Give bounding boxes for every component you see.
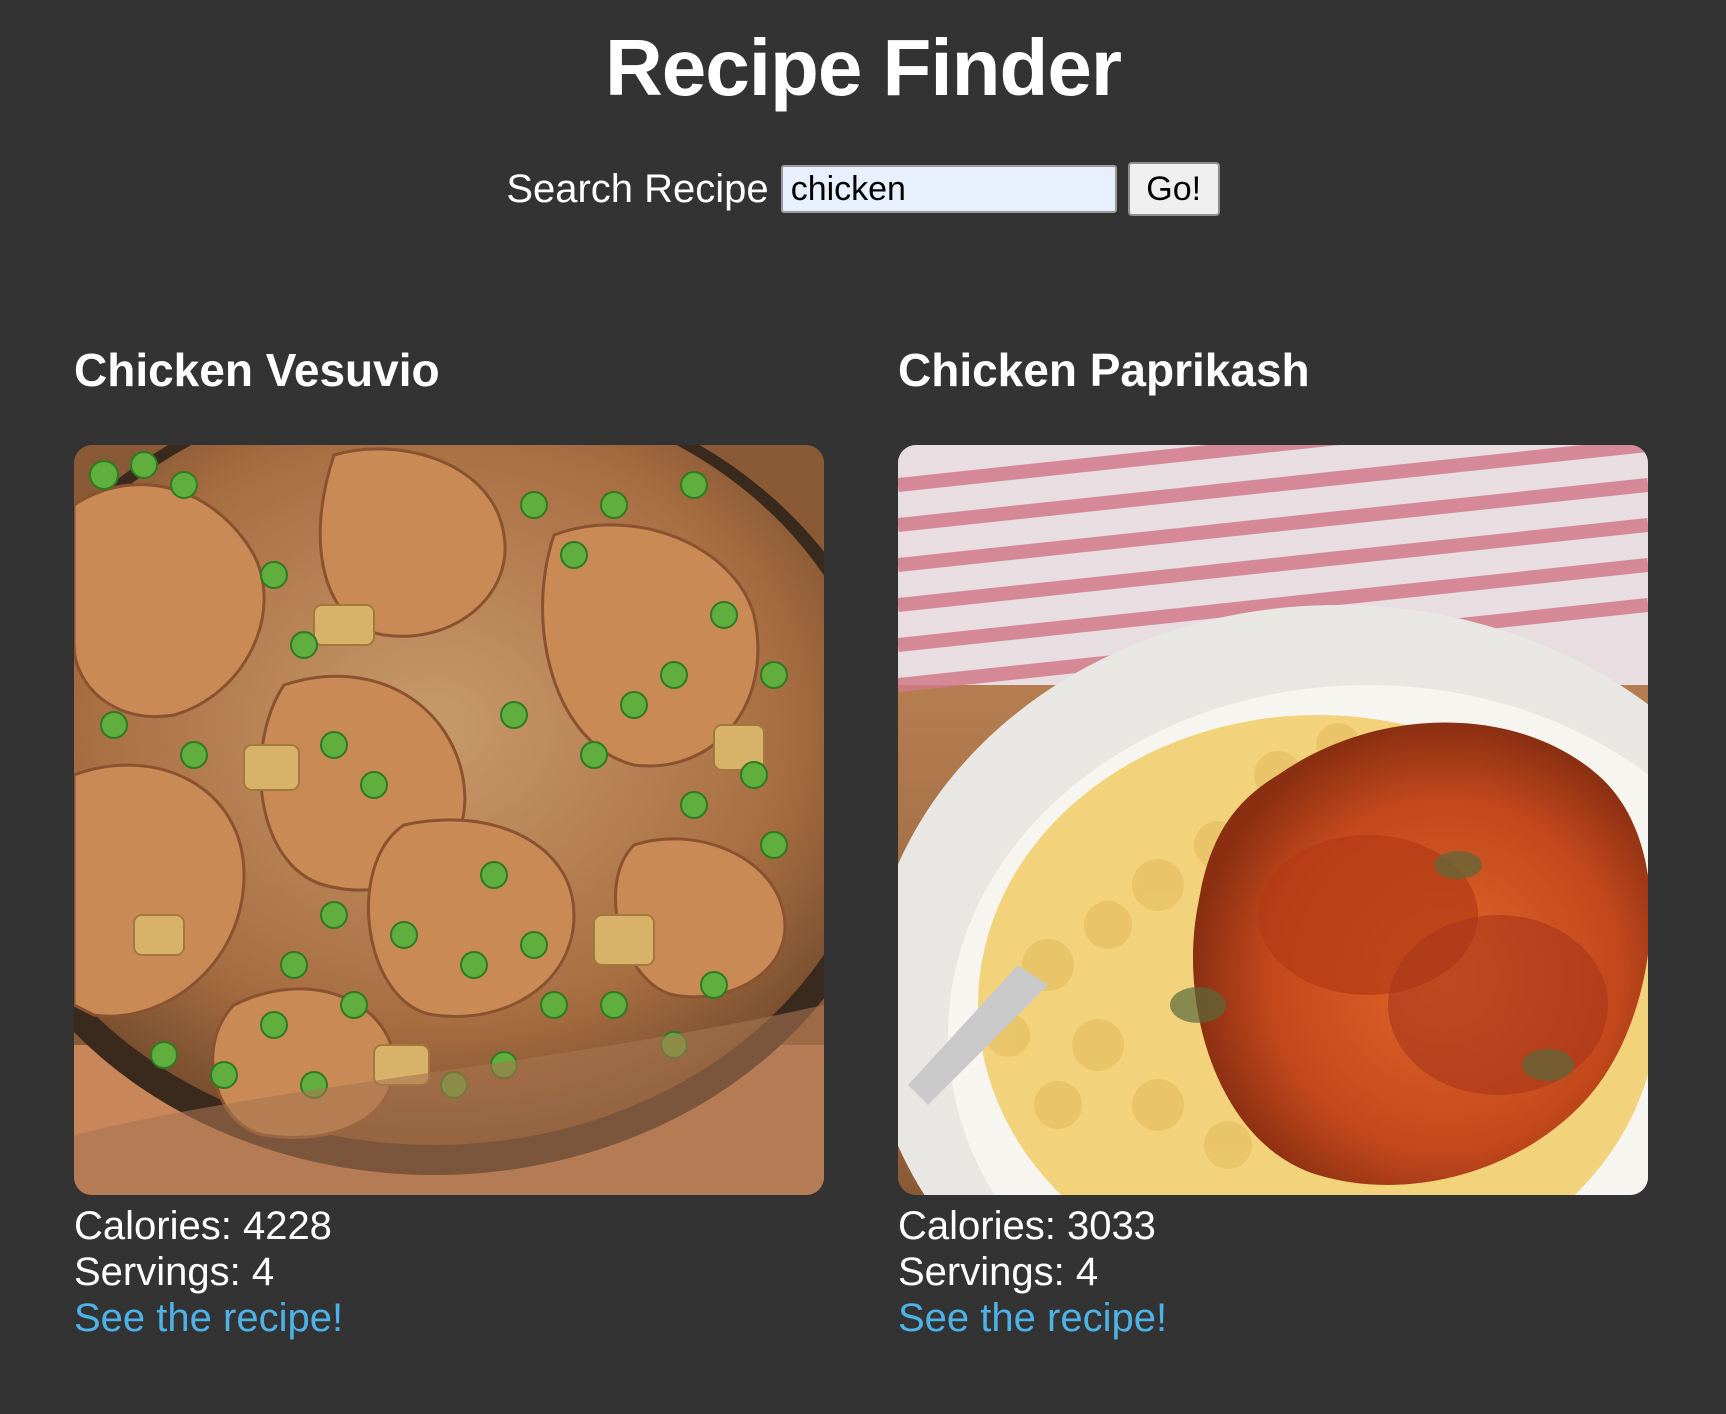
recipe-meta: Calories: 4228 Servings: 4 See the recip… bbox=[74, 1203, 824, 1341]
recipe-calories: Calories: 3033 bbox=[898, 1204, 1156, 1248]
recipe-servings: Servings: 4 bbox=[898, 1250, 1099, 1294]
recipe-card: Chicken Paprikash Calories: 3033 Serving… bbox=[898, 340, 1648, 1341]
recipe-photo bbox=[898, 445, 1648, 1195]
recipe-meta: Calories: 3033 Servings: 4 See the recip… bbox=[898, 1203, 1648, 1341]
recipe-card: Chicken Vesuvio Calories: 4228 Servings:… bbox=[74, 340, 824, 1341]
recipe-servings: Servings: 4 bbox=[74, 1250, 275, 1294]
search-input[interactable] bbox=[780, 165, 1117, 213]
recipe-title: Chicken Vesuvio bbox=[74, 344, 440, 396]
recipe-image-chicken-vesuvio bbox=[74, 445, 824, 1195]
recipe-title: Chicken Paprikash bbox=[898, 344, 1310, 396]
search-label: Search Recipe bbox=[506, 167, 769, 211]
go-button[interactable]: Go! bbox=[1127, 162, 1220, 216]
page-title: Recipe Finder bbox=[604, 23, 1122, 112]
see-recipe-link[interactable]: See the recipe! bbox=[74, 1295, 343, 1341]
recipe-photo bbox=[74, 445, 824, 1195]
search-bar: Search Recipe Go! bbox=[0, 162, 1726, 216]
see-recipe-link[interactable]: See the recipe! bbox=[898, 1295, 1167, 1341]
recipe-image-chicken-paprikash bbox=[898, 445, 1648, 1195]
recipe-calories: Calories: 4228 bbox=[74, 1204, 332, 1248]
